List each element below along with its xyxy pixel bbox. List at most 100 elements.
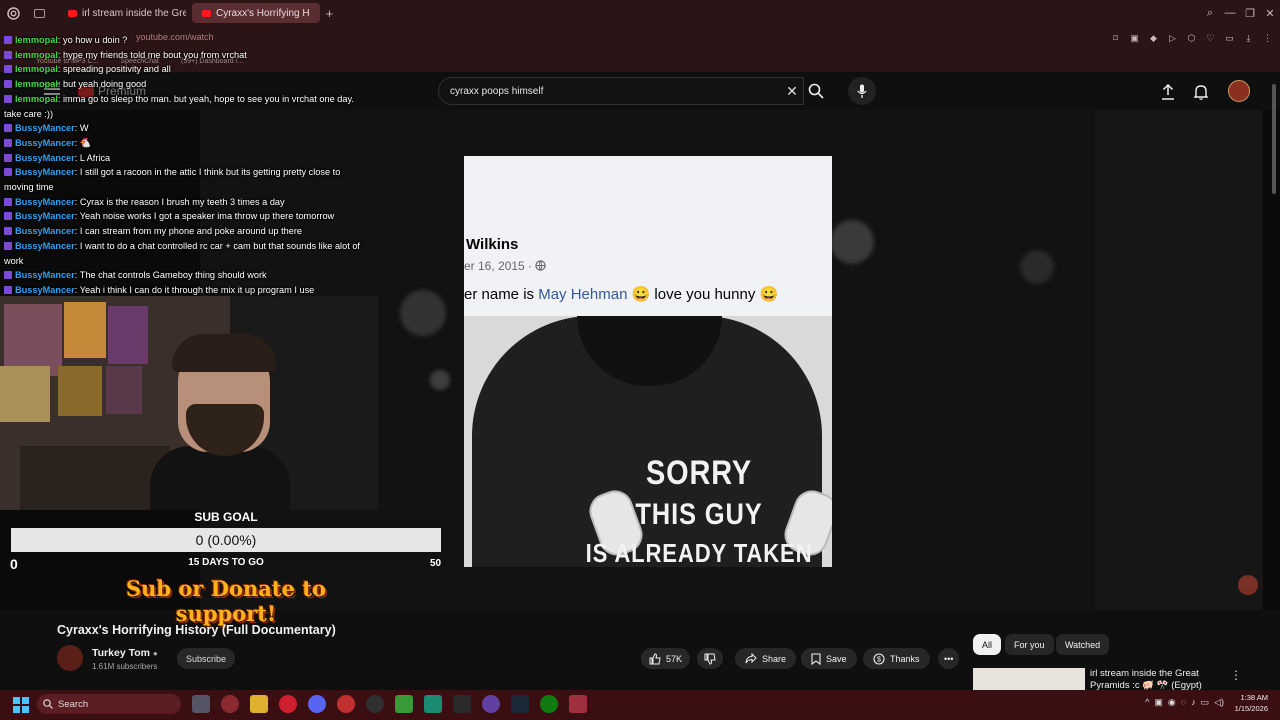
- new-tab-button[interactable]: +: [326, 6, 334, 21]
- verified-icon: ●: [152, 649, 158, 658]
- like-count: 57K: [666, 653, 683, 664]
- related-more-icon[interactable]: ⋮: [1230, 668, 1242, 682]
- twitch-badge-icon: [4, 80, 12, 89]
- related-video-title[interactable]: irl stream inside the Great Pyramids :c …: [1090, 668, 1230, 692]
- chat-message: BussyMancer: W: [4, 121, 360, 136]
- tray-app-icon[interactable]: ▣: [1154, 697, 1163, 708]
- chat-text: yo how u doin ?: [63, 35, 128, 45]
- taskbar-search[interactable]: Search: [37, 694, 181, 714]
- search-box[interactable]: cyraxx poops himself ✕: [438, 77, 804, 105]
- thanks-button[interactable]: $ Thanks: [863, 648, 930, 669]
- restore-icon[interactable]: ❐: [1240, 0, 1260, 26]
- clock-time: 1:38 AM: [1240, 693, 1268, 702]
- shirt-text-line3: IS ALREADY TAKEN: [585, 538, 813, 567]
- close-window-icon[interactable]: ✕: [1260, 0, 1280, 26]
- twitch-badge-icon: [4, 124, 12, 133]
- shield-icon[interactable]: ◆: [1145, 30, 1162, 47]
- voice-search-button[interactable]: [848, 77, 876, 105]
- tray-overflow-icon[interactable]: ^: [1145, 697, 1149, 708]
- subscribe-button[interactable]: Subscribe: [177, 648, 236, 669]
- chat-username: BussyMancer: [15, 137, 75, 148]
- tab-cyraxx-documentary[interactable]: Cyraxx's Horrifying H: [192, 3, 320, 23]
- chat-overlay: lemmopal: yo how u doin ? lemmopal: hype …: [4, 33, 360, 298]
- recording-app-icon[interactable]: [337, 695, 355, 713]
- youtube-favicon-icon: [202, 9, 211, 17]
- more-actions-button[interactable]: •••: [938, 648, 960, 669]
- post-photo: SORRY THIS GUY IS ALREADY TAKEN: [464, 316, 832, 567]
- tab-overview-icon[interactable]: [26, 0, 52, 26]
- play-icon[interactable]: ▷: [1164, 30, 1181, 47]
- floating-avatar[interactable]: [1238, 575, 1258, 595]
- upload-button[interactable]: [1157, 81, 1179, 103]
- twitch-badge-icon: [4, 138, 12, 147]
- chat-text: but yeah doing good: [63, 79, 147, 90]
- filter-chip-watched[interactable]: Watched: [1056, 634, 1110, 655]
- browser-app-icon[interactable]: [221, 695, 239, 713]
- windows-start-icon[interactable]: [13, 697, 29, 713]
- channel-avatar[interactable]: [57, 645, 83, 671]
- filter-chip-for-you[interactable]: For you: [1005, 634, 1054, 655]
- steam-app-icon[interactable]: [511, 695, 529, 713]
- file-explorer-icon[interactable]: [250, 695, 268, 713]
- desk-figures: [20, 446, 170, 510]
- clock-date: 1/15/2026: [1234, 704, 1268, 713]
- more-menu-icon[interactable]: ⋮: [1259, 30, 1276, 47]
- chat-message: BussyMancer: I still got a racoon in the…: [4, 167, 341, 193]
- tray-app-icon[interactable]: ◌: [1181, 697, 1186, 708]
- save-button[interactable]: Save: [801, 648, 857, 669]
- share-button[interactable]: Share: [735, 648, 797, 669]
- search-input[interactable]: cyraxx poops himself: [439, 86, 781, 97]
- volume-icon[interactable]: ◁): [1214, 697, 1224, 708]
- utility-app-icon[interactable]: [453, 695, 471, 713]
- utility-app-icon[interactable]: [482, 695, 500, 713]
- shirt-text-line1: SORRY: [646, 454, 752, 492]
- browser-menu-icon[interactable]: [0, 0, 26, 26]
- channel-name[interactable]: Turkey Tom ●: [92, 647, 158, 659]
- twitch-badge-icon: [4, 285, 12, 294]
- chat-message: lemmopal: spreading positivity and all: [4, 62, 360, 77]
- bookmark-icon[interactable]: ⌑: [1107, 30, 1124, 47]
- filter-chip-all[interactable]: All: [973, 634, 1002, 655]
- tab-irl-stream[interactable]: irl stream inside the Great: [58, 3, 186, 23]
- heart-icon[interactable]: ♡: [1202, 30, 1219, 47]
- network-icon[interactable]: ▭: [1201, 697, 1210, 708]
- opera-app-icon[interactable]: [279, 695, 297, 713]
- account-avatar[interactable]: [1228, 80, 1250, 102]
- chat-username: BussyMancer: [15, 240, 75, 251]
- chat-username: lemmopal: [15, 35, 58, 45]
- taskbar-clock[interactable]: 1:38 AM 1/15/2026: [1235, 692, 1268, 714]
- related-video-thumbnail[interactable]: [973, 668, 1085, 690]
- microphone-tray-icon[interactable]: ♪: [1191, 697, 1196, 708]
- chat-text: hype my friends told me bout you from vr…: [63, 49, 247, 60]
- like-button[interactable]: 57K: [641, 648, 691, 669]
- extensions-icon[interactable]: ⬡: [1183, 30, 1200, 47]
- video-right-panel: [1095, 110, 1263, 610]
- xbox-app-icon[interactable]: [540, 695, 558, 713]
- dislike-button[interactable]: [697, 648, 723, 669]
- hood-opening: [577, 316, 722, 386]
- twitch-badge-icon: [4, 153, 12, 162]
- utility-app-icon[interactable]: [424, 695, 442, 713]
- chat-username: BussyMancer: [15, 123, 75, 134]
- search-button[interactable]: [800, 77, 832, 105]
- wallet-icon[interactable]: ▭: [1221, 30, 1238, 47]
- notifications-button[interactable]: [1190, 81, 1212, 103]
- chat-username: BussyMancer: [15, 152, 75, 163]
- chat-text: I can stream from my phone and poke arou…: [79, 226, 303, 237]
- minimize-icon[interactable]: —: [1220, 0, 1240, 26]
- obs-app-icon[interactable]: [366, 695, 384, 713]
- chat-text: spreading positivity and all: [63, 64, 171, 75]
- snapshot-icon[interactable]: ▣: [1126, 30, 1143, 47]
- download-icon[interactable]: ⤓: [1240, 30, 1257, 47]
- search-tabs-icon[interactable]: ⌕: [1200, 0, 1220, 26]
- utility-app-icon[interactable]: [569, 695, 587, 713]
- sub-goal-max: 50: [430, 558, 442, 569]
- utility-app-icon[interactable]: [395, 695, 413, 713]
- task-view-icon[interactable]: [192, 695, 210, 713]
- discord-app-icon[interactable]: [308, 695, 326, 713]
- post-date: er 16, 2015 ·: [464, 259, 547, 273]
- twitch-badge-icon: [4, 197, 12, 206]
- tray-app-icon[interactable]: ◉: [1168, 697, 1176, 708]
- scrollbar-thumb[interactable]: [1272, 84, 1276, 194]
- chat-message: lemmopal: hype my friends told me bout y…: [4, 48, 360, 63]
